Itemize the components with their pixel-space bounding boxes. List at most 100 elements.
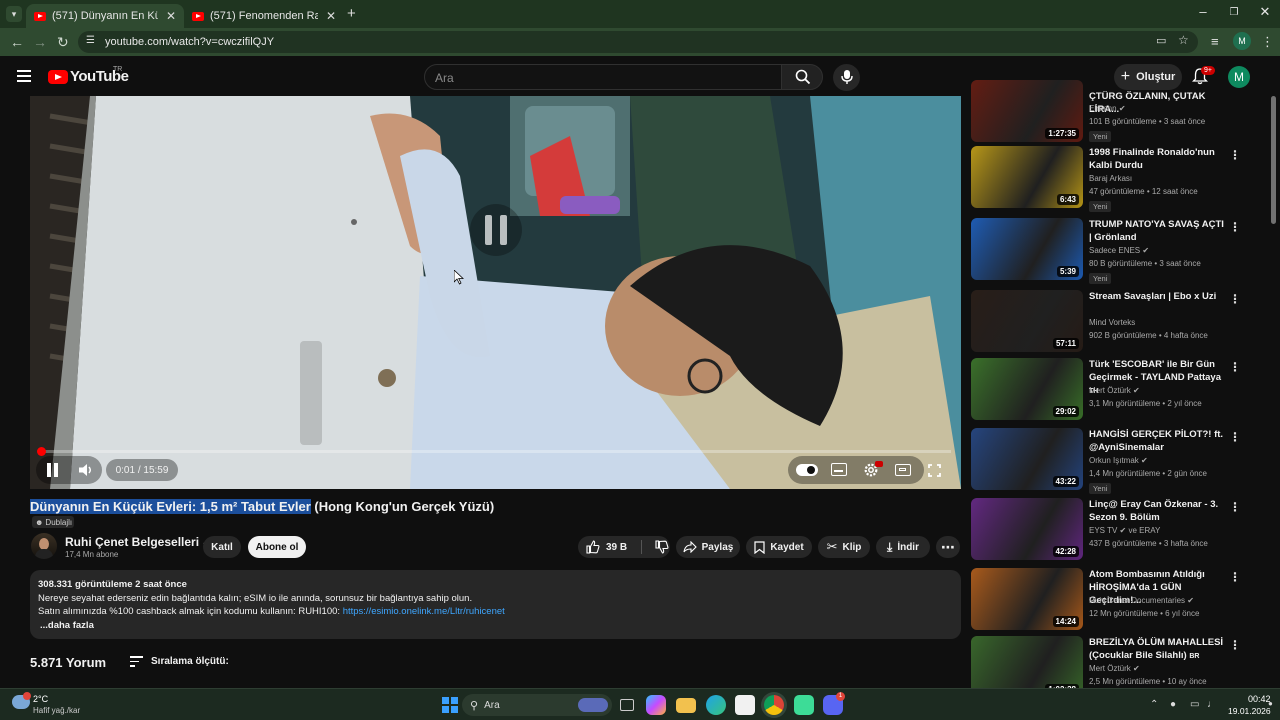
recommendation-title[interactable]: Stream Savaşları | Ebo x Uzi xyxy=(1089,290,1224,303)
channel-name[interactable]: Ruhi Çenet Belgeselleri ✔ xyxy=(65,535,210,549)
save-button[interactable]: Kaydet xyxy=(746,536,812,558)
sort-comments-button[interactable]: Sıralama ölçütü: xyxy=(130,656,229,667)
more-vertical-icon[interactable]: ⋮ xyxy=(1229,360,1241,374)
reading-list-icon[interactable]: ≡ xyxy=(1211,34,1219,49)
browser-menu-icon[interactable]: ⋮ xyxy=(1261,34,1274,50)
close-tab-icon[interactable]: ✕ xyxy=(326,9,336,23)
volume-tray-icon[interactable]: ♩ xyxy=(1207,699,1217,710)
autoplay-toggle[interactable] xyxy=(796,464,818,476)
description-box[interactable]: 308.331 görüntüleme 2 saat önce Nereye s… xyxy=(30,570,961,639)
more-vertical-icon[interactable]: ⋮ xyxy=(1229,148,1241,162)
recommendation-channel[interactable]: Baraj Arkası xyxy=(1089,174,1132,183)
minimize-icon[interactable]: – xyxy=(1188,4,1218,19)
video-thumbnail[interactable]: 29:02 xyxy=(971,358,1083,420)
more-vertical-icon[interactable]: ⋮ xyxy=(1229,570,1241,584)
file-explorer-icon[interactable] xyxy=(676,698,696,713)
recommendation-channel[interactable]: Elraenn ✔ xyxy=(1089,104,1126,113)
microphone-tray-icon[interactable]: ● xyxy=(1170,699,1176,710)
close-tab-icon[interactable]: ✕ xyxy=(166,9,176,23)
more-vertical-icon[interactable]: ⋮ xyxy=(1229,500,1241,514)
fullscreen-icon[interactable] xyxy=(928,464,941,477)
download-button[interactable]: ⤓ İndir xyxy=(876,536,930,558)
recommendation-channel[interactable]: Sadece ENES ✔ xyxy=(1089,246,1149,255)
notification-center-icon[interactable]: ● xyxy=(1268,699,1273,708)
install-icon[interactable]: ▭ xyxy=(1156,34,1166,47)
recommendation-title[interactable]: BREZİLYA ÖLÜM MAHALLESİ (Çocuklar Bile S… xyxy=(1089,636,1224,663)
chrome-icon[interactable] xyxy=(764,695,784,715)
search-input[interactable]: Ara xyxy=(424,64,782,90)
show-more-link[interactable]: ...daha fazla xyxy=(40,619,953,633)
recommendation-title[interactable]: Linç@ Eray Can Özkenar - 3. Sezon 9. Böl… xyxy=(1089,498,1224,524)
weather-description[interactable]: Hafif yağ./kar xyxy=(33,706,80,715)
page-scrollbar[interactable] xyxy=(1271,96,1276,224)
theater-mode-icon[interactable] xyxy=(895,464,911,476)
play-pause-button[interactable] xyxy=(46,463,60,477)
share-button[interactable]: Paylaş xyxy=(676,536,740,558)
recommendation-title[interactable]: TRUMP NATO'YA SAVAŞ AÇTI | Grönland xyxy=(1089,218,1224,244)
tab-search-button[interactable]: ▾ xyxy=(6,6,22,22)
volume-icon[interactable] xyxy=(78,463,94,477)
recommendation-channel[interactable]: Mert Öztürk ✔ xyxy=(1089,386,1140,395)
more-vertical-icon[interactable]: ⋮ xyxy=(1229,638,1241,652)
thumbs-down-icon[interactable] xyxy=(655,540,669,554)
task-view-icon[interactable] xyxy=(620,699,634,711)
site-info-icon[interactable]: ☰ xyxy=(86,35,95,46)
create-button[interactable]: + Oluştur xyxy=(1114,64,1182,90)
recommendation-channel[interactable]: Orkun Işıtmak ✔ xyxy=(1089,456,1148,465)
recommendation-title[interactable]: HANGİSİ GERÇEK PİLOT?! ft. @AyniSinemala… xyxy=(1089,428,1224,454)
copilot-icon[interactable] xyxy=(646,695,666,715)
progress-scrubber[interactable] xyxy=(36,447,46,456)
subtitles-icon[interactable] xyxy=(831,463,847,476)
address-bar[interactable]: ☰ youtube.com/watch?v=cwczifilQJY ▭ ☆ xyxy=(78,31,1198,53)
windows-start-icon[interactable] xyxy=(440,695,460,715)
back-icon[interactable]: ← xyxy=(10,34,24,50)
progress-bar[interactable] xyxy=(36,447,951,456)
like-button[interactable]: 39 B xyxy=(578,536,636,558)
more-vertical-icon[interactable]: ⋮ xyxy=(1229,292,1241,306)
recommendation-card[interactable]: 43:22 HANGİSİ GERÇEK PİLOT?! ft. @AyniSin… xyxy=(971,428,1241,494)
hamburger-menu-icon[interactable] xyxy=(17,70,31,82)
video-thumbnail[interactable]: 43:22 xyxy=(971,428,1083,490)
restore-icon[interactable]: ❐ xyxy=(1219,7,1249,18)
forward-icon[interactable]: → xyxy=(33,34,47,50)
tray-overflow-icon[interactable]: ⌃ xyxy=(1150,699,1158,710)
voice-search-button[interactable] xyxy=(833,64,860,91)
recommendation-card[interactable]: 5:39 TRUMP NATO'YA SAVAŞ AÇTI | Grönland S… xyxy=(971,218,1241,284)
user-avatar[interactable]: M xyxy=(1228,66,1250,88)
browser-tab[interactable]: (571) Fenomenden Rapçiye, Ra ✕ xyxy=(184,4,344,28)
recommendation-card[interactable]: 29:02 Türk 'ESCOBAR' ile Bir Gün Geçirmek… xyxy=(971,358,1241,420)
recommendation-channel[interactable]: Mind Vorteks xyxy=(1089,318,1135,327)
recommendation-channel[interactable]: Mert Öztürk ✔ xyxy=(1089,664,1140,673)
more-vertical-icon[interactable]: ⋮ xyxy=(1229,220,1241,234)
new-tab-button[interactable]: + xyxy=(347,5,356,22)
edge-icon[interactable] xyxy=(706,695,726,715)
recommendation-title[interactable]: 1998 Finalinde Ronaldo'nun Kalbi Durdu xyxy=(1089,146,1224,172)
video-thumbnail[interactable]: 1:27:35 xyxy=(971,80,1083,142)
subscribe-button[interactable]: Abone ol xyxy=(248,536,306,558)
browser-profile-avatar[interactable]: M xyxy=(1233,32,1251,50)
video-player[interactable] xyxy=(30,96,961,489)
recommendation-channel[interactable]: EYS TV ✔ ve ERAY xyxy=(1089,526,1160,535)
app-icon[interactable] xyxy=(794,695,814,715)
clip-button[interactable]: ✂ Klip xyxy=(818,536,870,558)
recommendation-card[interactable]: 6:43 1998 Finalinde Ronaldo'nun Kalbi Dur… xyxy=(971,146,1241,212)
video-thumbnail[interactable]: 42:28 xyxy=(971,498,1083,560)
join-button[interactable]: Katıl xyxy=(203,536,241,558)
video-thumbnail[interactable]: 14:24 xyxy=(971,568,1083,630)
more-vertical-icon[interactable]: ⋮ xyxy=(1229,430,1241,444)
recommendation-channel[interactable]: Ruhi Cenet Documentaries ✔ xyxy=(1089,596,1194,605)
browser-tab-active[interactable]: (571) Dünyanın En Küçük Ev ✕ xyxy=(26,4,184,28)
youtube-logo-icon[interactable] xyxy=(48,70,68,84)
reload-icon[interactable]: ↻ xyxy=(57,34,69,51)
more-actions-button[interactable]: ⋯ xyxy=(936,536,960,558)
store-icon[interactable] xyxy=(735,695,755,715)
description-link[interactable]: https://esimio.onelink.me/Lltr/ruhicenet xyxy=(343,606,505,617)
video-thumbnail[interactable]: 6:43 xyxy=(971,146,1083,208)
recommendation-card[interactable]: 57:11 Stream Savaşları | Ebo x Uzi Mind Vo… xyxy=(971,290,1241,352)
recommendation-card[interactable]: 14:24 Atom Bombasının Atıldığı HİROŞİMA'd… xyxy=(971,568,1241,630)
taskbar-search[interactable]: ⚲ Ara xyxy=(462,694,612,716)
bookmark-star-icon[interactable]: ☆ xyxy=(1178,33,1189,47)
channel-avatar[interactable] xyxy=(31,533,57,559)
video-thumbnail[interactable]: 5:39 xyxy=(971,218,1083,280)
network-icon[interactable]: ▭ xyxy=(1190,699,1199,710)
